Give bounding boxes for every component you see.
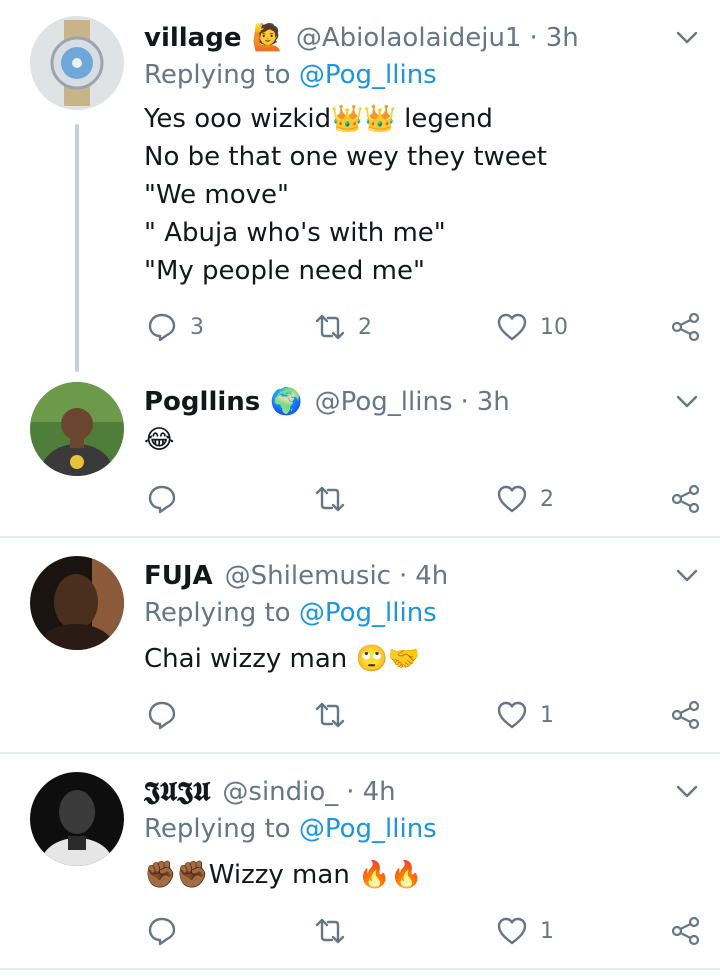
reply-button[interactable]: [146, 914, 178, 948]
tweet-text-line: ✊🏾✊🏾Wizzy man 🔥🔥: [144, 860, 423, 890]
retweet-icon: [315, 486, 345, 512]
heart-icon: [497, 313, 527, 341]
user-handle[interactable]: @sindio_: [222, 777, 338, 807]
user-handle[interactable]: @Abiolaolaideju1: [296, 23, 522, 53]
share-icon: [671, 312, 700, 342]
reply-icon: [148, 313, 176, 342]
replying-to-label: Replying to: [144, 598, 291, 628]
heart-icon: [497, 485, 527, 513]
reply-count: 3: [190, 314, 204, 340]
name-emoji: 🙋: [251, 23, 284, 53]
reply-icon: [148, 485, 176, 514]
share-button[interactable]: [670, 482, 702, 516]
tweet-header: village 🙋 @Abiolaolaideju1 · 3h: [144, 18, 579, 58]
avatar[interactable]: [30, 556, 124, 650]
replying-to: Replying to @Pog_llins: [144, 598, 437, 628]
like-count: 2: [540, 486, 554, 512]
tweet-header: 𝕵𝖀𝕵𝖀 @sindio_ · 4h: [144, 772, 396, 812]
share-button[interactable]: [670, 698, 702, 732]
tweet-2[interactable]: Pogllins 🌍 @Pog_llins · 3h 😂 2: [0, 380, 720, 536]
timestamp[interactable]: 4h: [363, 777, 396, 807]
avatar[interactable]: [30, 772, 124, 866]
retweet-button[interactable]: 2: [314, 310, 372, 344]
share-icon: [671, 484, 700, 514]
replying-to-label: Replying to: [144, 60, 291, 90]
like-count: 1: [540, 702, 554, 728]
tweet-text-line: " Abuja who's with me": [144, 218, 446, 248]
avatar[interactable]: [30, 16, 124, 110]
tweet-text-line: Yes ooo wizkid👑👑 legend: [144, 104, 493, 134]
tweet-text-line: No be that one wey they tweet: [144, 142, 547, 172]
separator-dot: ·: [460, 387, 469, 417]
share-icon: [671, 700, 700, 730]
heart-icon: [497, 701, 527, 729]
separator-dot: ·: [398, 561, 408, 591]
tweet-3[interactable]: FUJA @Shilemusic · 4h Replying to @Pog_l…: [0, 538, 720, 752]
replying-to-label: Replying to: [144, 814, 291, 844]
tweet-text-line: 😂: [144, 425, 175, 455]
chevron-down-icon[interactable]: [672, 386, 702, 416]
separator-dot: ·: [346, 777, 355, 807]
tweet-header: Pogllins 🌍 @Pog_llins · 3h: [144, 382, 510, 422]
tweet-4[interactable]: 𝕵𝖀𝕵𝖀 @sindio_ · 4h Replying to @Pog_llin…: [0, 754, 720, 968]
reply-button[interactable]: 3: [146, 310, 204, 344]
like-button[interactable]: 1: [496, 914, 554, 948]
reply-button[interactable]: [146, 482, 178, 516]
chevron-down-icon[interactable]: [672, 776, 702, 806]
retweet-button[interactable]: [314, 698, 346, 732]
timestamp[interactable]: 3h: [477, 387, 510, 417]
like-count: 10: [540, 314, 568, 340]
retweet-count: 2: [358, 314, 372, 340]
like-button[interactable]: 2: [496, 482, 554, 516]
display-name[interactable]: Pogllins: [144, 387, 260, 417]
retweet-icon: [315, 918, 345, 944]
replying-to: Replying to @Pog_llins: [144, 814, 437, 844]
chevron-down-icon[interactable]: [672, 560, 702, 590]
user-handle[interactable]: @Shilemusic: [225, 561, 391, 591]
tweet-text-line: Chai wizzy man 🙄🤝: [144, 644, 421, 674]
timestamp[interactable]: 3h: [546, 23, 579, 53]
tweet-text-line: "My people need me": [144, 256, 425, 286]
mention-link[interactable]: @Pog_llins: [299, 814, 437, 844]
reply-icon: [148, 701, 176, 730]
display-name[interactable]: FUJA: [144, 561, 213, 591]
chevron-down-icon[interactable]: [672, 22, 702, 52]
retweet-icon: [315, 314, 345, 340]
like-button[interactable]: 1: [496, 698, 554, 732]
mention-link[interactable]: @Pog_llins: [299, 60, 437, 90]
tweet-header: FUJA @Shilemusic · 4h: [144, 556, 448, 596]
share-button[interactable]: [670, 310, 702, 344]
thread-line: [75, 124, 79, 372]
separator-dot: ·: [529, 23, 538, 53]
replying-to: Replying to @Pog_llins: [144, 60, 437, 90]
retweet-icon: [315, 702, 345, 728]
tweet-divider: [0, 968, 720, 970]
like-button[interactable]: 10: [496, 310, 568, 344]
like-count: 1: [540, 918, 554, 944]
display-name[interactable]: village: [144, 23, 241, 53]
share-button[interactable]: [670, 914, 702, 948]
heart-icon: [497, 917, 527, 945]
avatar[interactable]: [30, 382, 124, 476]
reply-button[interactable]: [146, 698, 178, 732]
tweet-1[interactable]: village 🙋 @Abiolaolaideju1 · 3h Replying…: [0, 0, 720, 380]
retweet-button[interactable]: [314, 482, 346, 516]
retweet-button[interactable]: [314, 914, 346, 948]
reply-icon: [148, 917, 176, 946]
mention-link[interactable]: @Pog_llins: [299, 598, 437, 628]
name-emoji: 🌍: [270, 387, 303, 417]
tweet-text-line: "We move": [144, 180, 289, 210]
display-name[interactable]: 𝕵𝖀𝕵𝖀: [144, 777, 210, 808]
timestamp[interactable]: 4h: [415, 561, 448, 591]
user-handle[interactable]: @Pog_llins: [315, 387, 453, 417]
share-icon: [671, 916, 700, 946]
